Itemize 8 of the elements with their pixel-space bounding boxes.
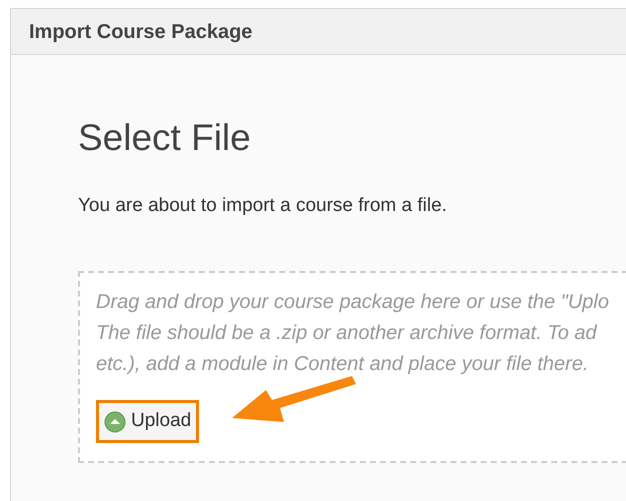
page-heading: Select File bbox=[78, 119, 252, 156]
drop-zone-text: etc.), add a module in Content and place your file there. bbox=[96, 352, 589, 377]
intro-text: You are about to import a course from a file. bbox=[78, 194, 448, 218]
upload-icon bbox=[104, 410, 126, 432]
window-title: Import Course Package bbox=[29, 20, 252, 44]
drop-zone-text: Drag and drop your course package here or use the "Uplo bbox=[96, 290, 609, 315]
upload-button[interactable]: Upload bbox=[96, 400, 200, 443]
drop-zone-text: The file should be a .zip or another archive format. To ad bbox=[96, 321, 597, 346]
